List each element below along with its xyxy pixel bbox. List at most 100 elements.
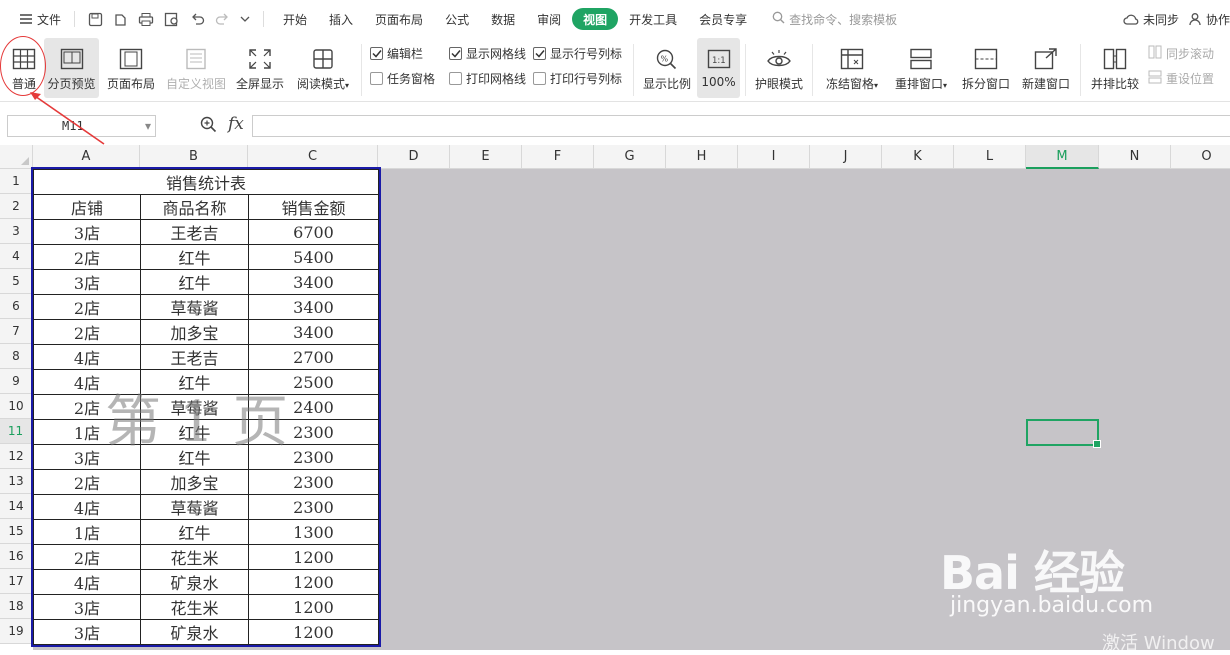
store-cell[interactable]: 2店 xyxy=(33,319,141,345)
tab-formulas[interactable]: 公式 xyxy=(434,8,480,30)
row-header[interactable]: 2 xyxy=(0,194,33,219)
show-headings-checkbox[interactable]: 显示行号列标 xyxy=(533,44,622,62)
row-header[interactable]: 10 xyxy=(0,394,33,419)
header-cell-product[interactable]: 商品名称 xyxy=(140,194,249,220)
sync-status[interactable]: 未同步 xyxy=(1118,7,1184,31)
outside-print-area[interactable] xyxy=(379,169,1230,650)
product-cell[interactable]: 红牛 xyxy=(140,369,249,395)
column-header-n[interactable]: N xyxy=(1099,145,1171,169)
store-cell[interactable]: 3店 xyxy=(33,269,141,295)
product-cell[interactable]: 红牛 xyxy=(140,244,249,270)
amount-cell[interactable]: 1200 xyxy=(248,619,379,645)
custom-view-button[interactable]: 自定义视图 xyxy=(163,38,229,98)
column-header-a[interactable]: A xyxy=(33,145,140,169)
column-header-c[interactable]: C xyxy=(248,145,378,169)
tab-review[interactable]: 审阅 xyxy=(526,8,572,30)
print-gridlines-checkbox[interactable]: 打印网格线 xyxy=(449,69,526,87)
active-cell-m11[interactable] xyxy=(1026,419,1101,448)
product-cell[interactable]: 草莓酱 xyxy=(140,294,249,320)
task-pane-checkbox[interactable]: 任务窗格 xyxy=(370,69,435,87)
store-cell[interactable]: 4店 xyxy=(33,344,141,370)
row-header[interactable]: 6 xyxy=(0,294,33,319)
product-cell[interactable]: 花生米 xyxy=(140,544,249,570)
function-icon[interactable]: fx xyxy=(228,114,244,134)
amount-cell[interactable]: 2400 xyxy=(248,394,379,420)
row-header[interactable]: 9 xyxy=(0,369,33,394)
column-header-d[interactable]: D xyxy=(378,145,450,169)
amount-cell[interactable]: 2300 xyxy=(248,444,379,470)
row-header[interactable]: 3 xyxy=(0,219,33,244)
store-cell[interactable]: 2店 xyxy=(33,244,141,270)
amount-cell[interactable]: 1200 xyxy=(248,569,379,595)
product-cell[interactable]: 红牛 xyxy=(140,444,249,470)
tab-developer[interactable]: 开发工具 xyxy=(618,8,688,30)
column-header-e[interactable]: E xyxy=(450,145,522,169)
file-menu[interactable]: 文件 xyxy=(14,7,66,31)
header-cell-amount[interactable]: 销售金额 xyxy=(248,194,379,220)
show-gridlines-checkbox[interactable]: 显示网格线 xyxy=(449,44,526,62)
product-cell[interactable]: 草莓酱 xyxy=(140,394,249,420)
store-cell[interactable]: 1店 xyxy=(33,419,141,445)
table-title[interactable]: 销售统计表 xyxy=(33,169,379,195)
amount-cell[interactable]: 3400 xyxy=(248,319,379,345)
row-header[interactable]: 17 xyxy=(0,569,33,594)
row-header[interactable]: 19 xyxy=(0,619,33,644)
amount-cell[interactable]: 5400 xyxy=(248,244,379,270)
store-cell[interactable]: 2店 xyxy=(33,294,141,320)
amount-cell[interactable]: 2500 xyxy=(248,369,379,395)
product-cell[interactable]: 红牛 xyxy=(140,269,249,295)
side-by-side-button[interactable]: 并排比较 xyxy=(1088,38,1142,98)
new-window-button[interactable]: 新建窗口 xyxy=(1018,38,1074,98)
edit-bar-checkbox[interactable]: 编辑栏 xyxy=(370,44,423,62)
column-header-g[interactable]: G xyxy=(594,145,666,169)
row-header[interactable]: 4 xyxy=(0,244,33,269)
tab-page-layout[interactable]: 页面布局 xyxy=(364,8,434,30)
amount-cell[interactable]: 1200 xyxy=(248,544,379,570)
column-header-k[interactable]: K xyxy=(882,145,954,169)
print-icon[interactable] xyxy=(133,7,159,31)
amount-cell[interactable]: 1200 xyxy=(248,594,379,620)
tab-insert[interactable]: 插入 xyxy=(318,8,364,30)
product-cell[interactable]: 加多宝 xyxy=(140,469,249,495)
store-cell[interactable]: 3店 xyxy=(33,219,141,245)
amount-cell[interactable]: 2700 xyxy=(248,344,379,370)
select-all-corner[interactable] xyxy=(0,145,33,169)
reading-mode-button[interactable]: 阅读模式▾ xyxy=(293,38,353,98)
rearrange-windows-button[interactable]: 重排窗口▾ xyxy=(890,38,952,98)
zoom-formula-icon[interactable] xyxy=(200,116,217,137)
export-icon[interactable] xyxy=(108,7,133,31)
collaborate-button[interactable]: 协作 xyxy=(1184,7,1230,31)
store-cell[interactable]: 3店 xyxy=(33,444,141,470)
amount-cell[interactable]: 2300 xyxy=(248,469,379,495)
product-cell[interactable]: 红牛 xyxy=(140,519,249,545)
product-cell[interactable]: 草莓酱 xyxy=(140,494,249,520)
split-window-button[interactable]: 拆分窗口 xyxy=(958,38,1014,98)
row-header[interactable]: 15 xyxy=(0,519,33,544)
zoom-100-button[interactable]: 1:1 100% xyxy=(697,38,740,98)
print-preview-icon[interactable] xyxy=(159,7,185,31)
quick-access-dropdown-icon[interactable] xyxy=(235,7,255,31)
tab-member[interactable]: 会员专享 xyxy=(688,8,758,30)
row-header[interactable]: 7 xyxy=(0,319,33,344)
column-header-l[interactable]: L xyxy=(954,145,1026,169)
column-header-j[interactable]: J xyxy=(810,145,882,169)
store-cell[interactable]: 2店 xyxy=(33,469,141,495)
save-icon[interactable] xyxy=(83,7,108,31)
sync-scroll-button[interactable]: 同步滚动 xyxy=(1148,44,1214,62)
formula-input[interactable] xyxy=(252,115,1230,137)
row-header[interactable]: 13 xyxy=(0,469,33,494)
row-header[interactable]: 5 xyxy=(0,269,33,294)
fullscreen-button[interactable]: 全屏显示 xyxy=(234,38,286,98)
header-cell-store[interactable]: 店铺 xyxy=(33,194,141,220)
row-header[interactable]: 16 xyxy=(0,544,33,569)
amount-cell[interactable]: 2300 xyxy=(248,419,379,445)
undo-icon[interactable] xyxy=(185,7,210,31)
column-header-i[interactable]: I xyxy=(738,145,810,169)
row-header[interactable]: 8 xyxy=(0,344,33,369)
freeze-panes-button[interactable]: 冻结窗格▾ xyxy=(822,38,882,98)
command-search[interactable]: 查找命令、搜索模板 xyxy=(772,11,897,28)
zoom-button[interactable]: % 显示比例 xyxy=(640,38,694,98)
column-header-m[interactable]: M xyxy=(1026,145,1099,169)
sales-table[interactable]: 销售统计表 店铺 商品名称 销售金额 3店 王老吉 6700 2店 红牛 5400 3店 红牛… xyxy=(31,167,381,647)
row-header[interactable]: 12 xyxy=(0,444,33,469)
